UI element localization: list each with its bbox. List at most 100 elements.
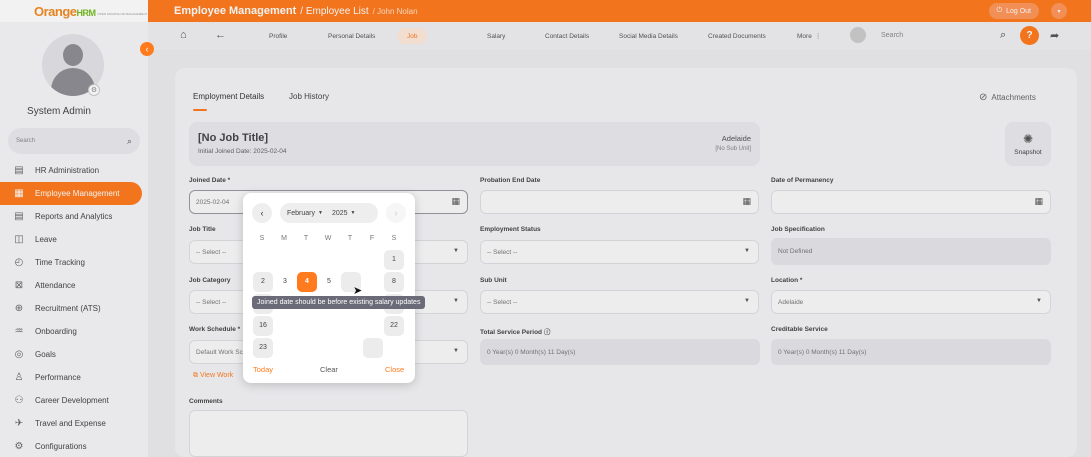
total-service-period-field: 0 Year(s) 0 Month(s) 11 Day(s) xyxy=(480,339,760,365)
sidebar-item-recruitment[interactable]: ⊕ Recruitment (ATS) xyxy=(0,297,148,320)
calendar-icon[interactable]: ▦ xyxy=(451,196,460,207)
calendar-day-disabled xyxy=(297,316,317,336)
comments-textarea[interactable] xyxy=(189,410,468,457)
config-icon: ⚙ xyxy=(14,441,24,452)
sidebar-item-career[interactable]: ⚇ Career Development xyxy=(0,389,148,412)
attachments-link[interactable]: ⊘ Attachments xyxy=(979,92,1036,103)
employee-search-input[interactable]: Search xyxy=(881,32,903,39)
tab-job-history[interactable]: Job History xyxy=(289,92,329,101)
back-arrow-icon[interactable]: ← xyxy=(215,29,226,41)
chevron-down-icon: ▼ xyxy=(1036,298,1042,304)
search-icon[interactable]: ⌕ xyxy=(1000,29,1006,42)
calendar-day[interactable]: 2 xyxy=(253,272,273,292)
tab-employment-details[interactable]: Employment Details xyxy=(193,92,264,101)
month-select[interactable]: February xyxy=(287,210,315,217)
location-select[interactable]: Adelaide ▼ xyxy=(771,290,1051,314)
tab-job[interactable]: Job xyxy=(397,28,428,44)
probation-end-date-input[interactable]: ▦ xyxy=(480,190,759,214)
tab-personal-details[interactable]: Personal Details xyxy=(318,28,385,44)
calendar-day-disabled xyxy=(275,316,295,336)
tab-salary[interactable]: Salary xyxy=(477,28,515,44)
job-location: Adelaide xyxy=(721,134,751,143)
sidebar-item-travel[interactable]: ✈ Travel and Expense xyxy=(0,412,148,435)
job-specification-value: Not Defined xyxy=(778,248,813,255)
sidebar-item-goals[interactable]: ◎ Goals xyxy=(0,343,148,366)
onboarding-icon: ♒ xyxy=(14,326,24,337)
sidebar-item-label: Recruitment (ATS) xyxy=(35,304,101,313)
info-icon[interactable]: ⓘ xyxy=(544,329,551,336)
tab-created-documents[interactable]: Created Documents xyxy=(698,28,776,44)
sidebar-item-label: Career Development xyxy=(35,396,109,405)
today-button[interactable]: Today xyxy=(253,365,273,374)
chevron-down-icon: ▼ xyxy=(318,210,323,216)
tab-contact-details[interactable]: Contact Details xyxy=(535,28,599,44)
probation-end-date-label: Probation End Date xyxy=(480,177,541,184)
job-specification-label: Job Specification xyxy=(771,226,825,233)
logout-icon: ⏻ xyxy=(996,7,1003,14)
previous-month-button[interactable]: ‹ xyxy=(252,203,272,223)
date-of-permanency-input[interactable]: ▦ xyxy=(771,190,1051,214)
logo[interactable]: OrangeHRM OPEN SOURCE HR MANAGEMENT xyxy=(0,0,148,22)
mouse-cursor-icon: ➤ xyxy=(353,285,363,297)
logout-button[interactable]: ⏻ Log Out xyxy=(988,3,1039,19)
sidebar-search-placeholder: Search xyxy=(16,138,36,144)
sidebar-item-onboarding[interactable]: ♒ Onboarding xyxy=(0,320,148,343)
sidebar-item-leave[interactable]: ◫ Leave xyxy=(0,228,148,251)
comments-label: Comments xyxy=(189,398,223,405)
tab-more[interactable]: More ⋮ xyxy=(787,28,831,44)
calendar-day-disabled xyxy=(319,316,339,336)
sidebar-item-label: Employee Management xyxy=(35,189,120,198)
share-icon[interactable]: ➦ xyxy=(1050,29,1059,42)
weekday-label: T xyxy=(347,235,353,242)
view-work-schedule-link[interactable]: ⧉ View Work xyxy=(193,372,233,380)
calendar-day-selected[interactable]: 4 xyxy=(297,272,317,292)
weekday-label: F xyxy=(369,235,375,242)
job-category-value: -- Select -- xyxy=(196,298,227,306)
clear-button[interactable]: Clear xyxy=(320,365,338,374)
tab-social-media-details[interactable]: Social Media Details xyxy=(609,28,688,44)
home-icon[interactable]: ⌂ xyxy=(180,29,187,41)
help-button[interactable]: ? xyxy=(1020,26,1039,45)
sidebar-item-label: Onboarding xyxy=(35,327,77,336)
sub-unit-select[interactable]: -- Select -- ▼ xyxy=(480,290,759,314)
creditable-service-field: 0 Year(s) 0 Month(s) 11 Day(s) xyxy=(771,339,1051,365)
sidebar-item-configurations[interactable]: ⚙ Configurations xyxy=(0,435,148,457)
chevron-down-icon[interactable]: ▾ xyxy=(1051,3,1067,19)
calendar-icon[interactable]: ▦ xyxy=(742,196,751,207)
performance-icon: ♙ xyxy=(14,372,24,383)
next-month-button[interactable]: › xyxy=(386,203,406,223)
sidebar-item-attendance[interactable]: ⊠ Attendance xyxy=(0,274,148,297)
employment-status-select[interactable]: -- Select -- ▼ xyxy=(480,240,759,264)
logo-text: OrangeHRM xyxy=(34,3,96,19)
sidebar-item-reports[interactable]: ▤ Reports and Analytics xyxy=(0,205,148,228)
calendar-day[interactable]: 1 xyxy=(384,250,404,270)
calendar-icon[interactable]: ▦ xyxy=(1034,196,1043,207)
search-icon[interactable]: ⌕ xyxy=(127,136,132,147)
module-title: Employee Management xyxy=(174,5,297,17)
sidebar-item-employee-management[interactable]: ▦ Employee Management xyxy=(0,182,142,205)
sidebar-item-hr-administration[interactable]: ▤ HR Administration xyxy=(0,159,148,182)
initial-joined-date: Initial Joined Date: 2025-02-04 xyxy=(198,148,287,155)
active-tab-indicator xyxy=(193,109,207,111)
work-schedule-label: Work Schedule * xyxy=(189,326,241,333)
calendar-day[interactable]: 5 xyxy=(319,272,339,292)
close-button[interactable]: Close xyxy=(385,365,404,374)
calendar-day[interactable]: 3 xyxy=(275,272,295,292)
sidebar-search-input[interactable]: Search ⌕ xyxy=(8,128,140,154)
aperture-icon: ✺ xyxy=(1022,132,1034,146)
settings-badge-icon[interactable]: ⚙ xyxy=(88,84,100,96)
year-select[interactable]: 2025 xyxy=(332,210,348,217)
top-header: Employee Management / Employee List / Jo… xyxy=(148,0,1091,22)
sidebar-item-performance[interactable]: ♙ Performance xyxy=(0,366,148,389)
weekday-label: S xyxy=(259,235,265,242)
tab-profile[interactable]: Profile xyxy=(259,28,297,44)
snapshot-button[interactable]: ✺ Snapshot xyxy=(1005,122,1051,166)
calendar-day[interactable]: 16 xyxy=(253,316,273,336)
calendar-day[interactable]: 23 xyxy=(253,338,273,358)
calendar-day[interactable]: 22 xyxy=(384,316,404,336)
collapse-sidebar-button[interactable]: ‹ xyxy=(140,42,154,56)
calendar-day[interactable]: 8 xyxy=(384,272,404,292)
sidebar-item-time-tracking[interactable]: ◴ Time Tracking xyxy=(0,251,148,274)
breadcrumb-employee-list[interactable]: / Employee List xyxy=(300,6,368,17)
sidebar-item-label: Travel and Expense xyxy=(35,419,106,428)
